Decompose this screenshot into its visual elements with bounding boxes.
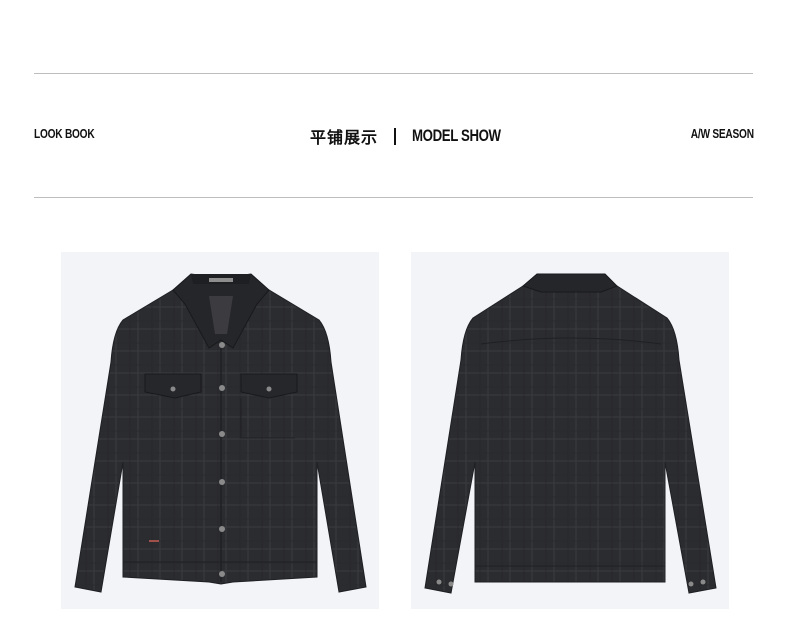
jacket-front-image bbox=[61, 252, 379, 609]
look-book-label: LOOK BOOK bbox=[34, 126, 95, 141]
section-title-english: MODEL SHOW bbox=[412, 126, 501, 145]
section-title: 平铺展示 MODEL SHOW bbox=[310, 124, 526, 148]
jacket-front-illustration bbox=[74, 273, 367, 593]
product-showcase-section: LOOK BOOK 平铺展示 MODEL SHOW A/W SEASON bbox=[0, 0, 790, 618]
title-separator bbox=[394, 127, 397, 145]
jacket-back-illustration bbox=[424, 273, 717, 594]
bottom-divider-line bbox=[34, 197, 753, 198]
top-divider-line bbox=[34, 73, 753, 74]
season-label: A/W SEASON bbox=[690, 126, 754, 141]
jacket-back-image bbox=[411, 252, 729, 609]
section-title-chinese: 平铺展示 bbox=[310, 128, 379, 147]
